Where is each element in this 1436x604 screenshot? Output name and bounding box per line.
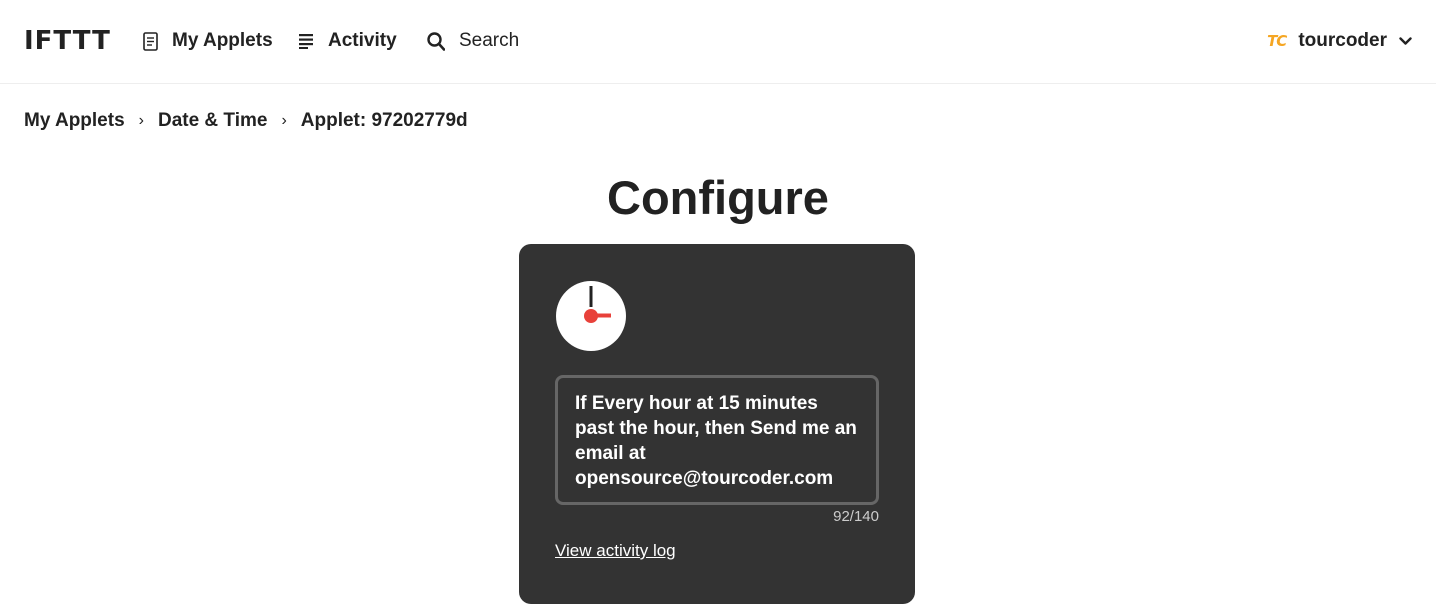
top-navigation-bar: IFTTT My Applets Activity Search TC tour…: [0, 0, 1436, 84]
document-icon: [143, 31, 158, 51]
breadcrumb-date-time[interactable]: Date & Time: [158, 110, 267, 132]
view-activity-log-link[interactable]: View activity log: [555, 541, 676, 561]
applet-description-field[interactable]: If Every hour at 15 minutes past the hou…: [555, 375, 879, 505]
user-menu[interactable]: TC tourcoder: [1267, 27, 1412, 55]
username: tourcoder: [1298, 30, 1387, 51]
chevron-down-icon: [1399, 30, 1412, 52]
nav-search-label: Search: [459, 30, 520, 51]
breadcrumb-separator: ›: [138, 112, 144, 129]
list-icon: [299, 33, 314, 49]
page-title: Configure: [607, 171, 829, 224]
breadcrumb: My Applets › Date & Time › Applet: 97202…: [24, 110, 468, 132]
character-counter: 92/140: [833, 508, 879, 525]
nav-my-applets-label: My Applets: [172, 30, 273, 51]
breadcrumb-my-applets[interactable]: My Applets: [24, 110, 125, 132]
ifttt-logo[interactable]: IFTTT: [24, 24, 111, 58]
magnifier-icon: [427, 31, 445, 51]
nav-search[interactable]: Search: [427, 27, 519, 55]
nav-my-applets[interactable]: My Applets: [143, 27, 273, 55]
breadcrumb-separator: ›: [281, 112, 287, 129]
breadcrumb-current-applet: Applet: 97202779d: [300, 110, 468, 131]
avatar: TC: [1267, 32, 1287, 50]
nav-activity[interactable]: Activity: [299, 27, 397, 55]
clock-icon: [556, 281, 626, 351]
nav-activity-label: Activity: [328, 30, 397, 51]
applet-card: If Every hour at 15 minutes past the hou…: [519, 244, 915, 604]
